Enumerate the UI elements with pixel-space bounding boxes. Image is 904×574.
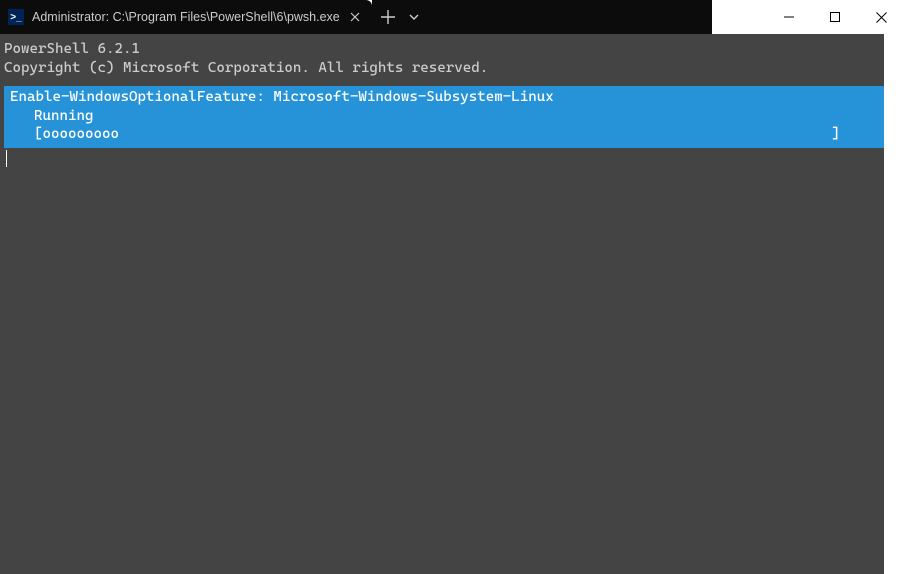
terminal-cursor: [6, 150, 7, 167]
tab-actions: [372, 0, 712, 34]
close-tab-button[interactable]: [348, 12, 362, 22]
version-line: PowerShell 6.2.1: [4, 40, 884, 59]
titlebar: >_ Administrator: C:\Program Files\Power…: [0, 0, 904, 34]
tab-title: Administrator: C:\Program Files\PowerShe…: [32, 10, 340, 24]
progress-block: Enable-WindowsOptionalFeature: Microsoft…: [4, 86, 884, 149]
active-tab[interactable]: >_ Administrator: C:\Program Files\Power…: [0, 0, 372, 34]
close-window-button[interactable]: [858, 0, 904, 34]
copyright-line: Copyright (c) Microsoft Corporation. All…: [4, 59, 884, 78]
maximize-button[interactable]: [812, 0, 858, 34]
progress-bar-end: ]: [832, 125, 881, 144]
terminal-content[interactable]: PowerShell 6.2.1 Copyright (c) Microsoft…: [0, 34, 884, 574]
terminal-window: >_ Administrator: C:\Program Files\Power…: [0, 0, 904, 574]
window-controls: [766, 0, 904, 34]
new-tab-button[interactable]: [380, 9, 396, 25]
progress-command: Enable-WindowsOptionalFeature: Microsoft…: [10, 88, 880, 107]
powershell-icon: >_: [8, 9, 24, 25]
progress-status: Running: [10, 107, 880, 126]
tab-dropdown-button[interactable]: [408, 11, 420, 23]
progress-bar: [ooooooooo ]: [10, 125, 880, 144]
minimize-button[interactable]: [766, 0, 812, 34]
progress-bar-fill: [ooooooooo: [34, 125, 119, 144]
